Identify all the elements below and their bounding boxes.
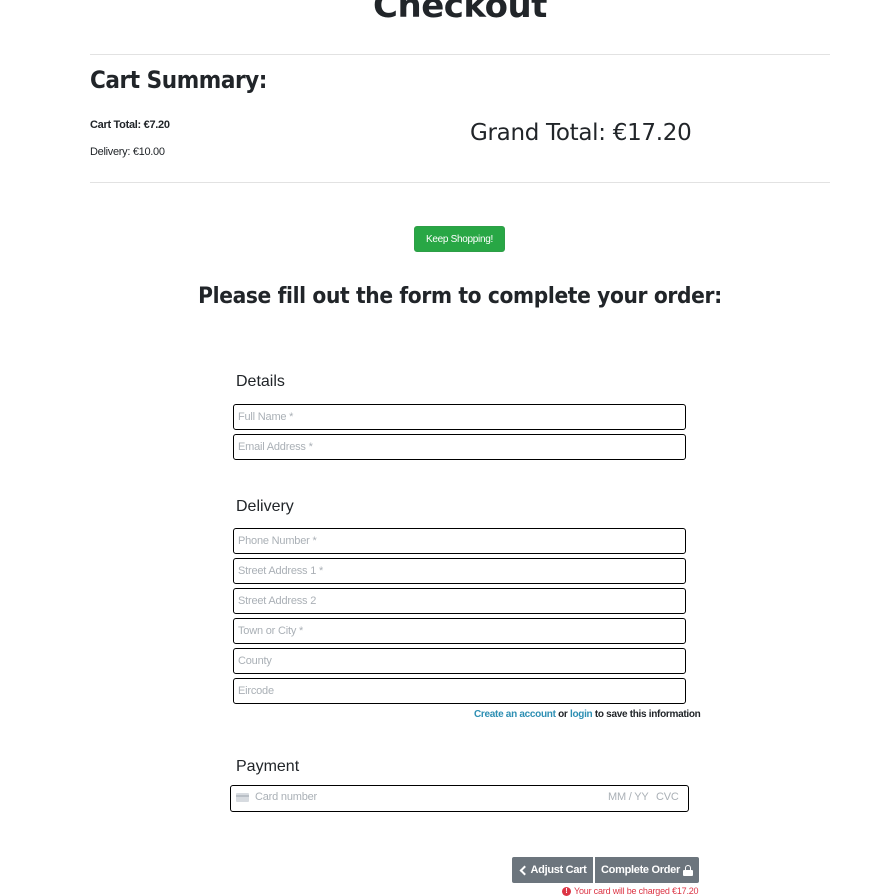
exclamation-circle-icon: !	[562, 886, 571, 896]
divider-top	[90, 54, 830, 55]
login-link[interactable]: login	[570, 709, 593, 720]
adjust-cart-label: Adjust Cart	[530, 864, 587, 876]
full-name-input[interactable]	[233, 404, 686, 430]
town-city-input[interactable]	[233, 618, 686, 644]
cart-total: Cart Total: €7.20	[90, 119, 170, 131]
complete-order-button[interactable]: Complete Order	[595, 857, 699, 883]
lock-icon	[682, 864, 693, 876]
email-input[interactable]	[233, 434, 686, 460]
complete-order-label: Complete Order	[601, 864, 680, 876]
delivery-legend: Delivery	[236, 498, 294, 515]
chevron-left-icon	[519, 865, 529, 875]
save-info-or: or	[558, 709, 568, 720]
street-address-2-input[interactable]	[233, 588, 686, 614]
street-address-1-input[interactable]	[233, 558, 686, 584]
create-account-link[interactable]: Create an account	[474, 709, 556, 720]
divider-bottom	[90, 182, 830, 183]
page-title: Checkout	[373, 0, 547, 26]
form-heading: Please fill out the form to complete you…	[198, 284, 722, 309]
keep-shopping-button[interactable]: Keep Shopping!	[414, 226, 505, 252]
county-input[interactable]	[233, 648, 686, 674]
grand-total: Grand Total: €17.20	[470, 120, 692, 146]
payment-legend: Payment	[236, 758, 300, 775]
charge-note-text: Your card will be charged €17.20	[574, 886, 699, 896]
card-number-input[interactable]: Card number	[255, 791, 317, 803]
delivery-cost: Delivery: €10.00	[90, 146, 165, 158]
details-legend: Details	[236, 373, 285, 390]
card-cvc-input[interactable]: CVC	[656, 791, 679, 803]
charge-note: ! Your card will be charged €17.20	[562, 886, 699, 896]
card-expiry-input[interactable]: MM / YY	[608, 791, 649, 803]
phone-number-input[interactable]	[233, 528, 686, 554]
save-info-suffix: to save this information	[594, 709, 701, 720]
card-element[interactable]: Card number MM / YY CVC	[230, 785, 689, 812]
adjust-cart-button[interactable]: Adjust Cart	[512, 857, 593, 883]
credit-card-icon	[236, 793, 249, 802]
cart-summary-heading: Cart Summary:	[90, 66, 267, 94]
save-info-text: Create an account or login to save this …	[474, 709, 701, 720]
eircode-input[interactable]	[233, 678, 686, 704]
